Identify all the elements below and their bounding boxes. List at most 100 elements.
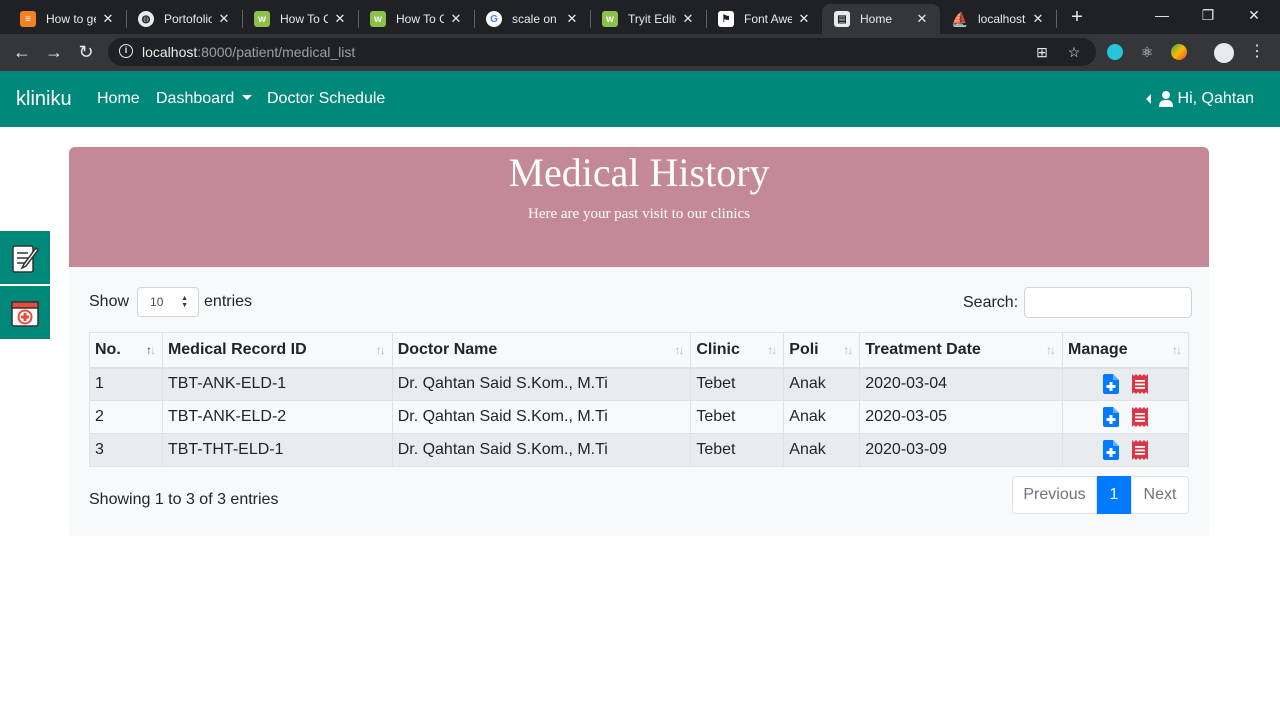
tab-title: Font Awe — [744, 12, 792, 26]
cell-no: 3 — [89, 433, 163, 467]
search-input[interactable] — [1024, 287, 1193, 318]
menu-kebab-icon[interactable]: ⋮ — [1245, 41, 1269, 65]
cell-poli: Anak — [783, 400, 861, 434]
profile-icon[interactable] — [1214, 43, 1234, 63]
sort-asc-icon: ↑↓ — [145, 343, 156, 357]
new-tab-icon[interactable]: + — [1066, 7, 1088, 29]
cell-record-id: TBT-ANK-ELD-1 — [161, 367, 393, 401]
nav-dashboard-dropdown[interactable]: Dashboard — [156, 90, 253, 108]
browser-tab[interactable]: ≡ How to ge ✕ — [8, 4, 126, 34]
react-devtools-icon[interactable]: ⚛ — [1139, 44, 1155, 60]
site-navbar: kliniku Home Dashboard Doctor Schedule H… — [0, 71, 1280, 127]
translate-icon[interactable]: ⊞ — [1034, 44, 1050, 60]
cell-doctor: Dr. Qahtan Said S.Kom., M.Ti — [391, 400, 692, 434]
close-icon[interactable]: ✕ — [216, 11, 232, 27]
cell-doctor: Dr. Qahtan Said S.Kom., M.Ti — [391, 433, 692, 467]
brand-logo[interactable]: kliniku — [16, 88, 72, 111]
w3schools-icon: w — [602, 11, 618, 27]
pagination-page-1[interactable]: 1 — [1097, 476, 1131, 514]
close-icon[interactable]: ✕ — [796, 11, 812, 27]
close-icon[interactable]: ✕ — [448, 11, 464, 27]
column-header-doctor[interactable]: Doctor Name ↑↓ — [391, 332, 692, 369]
browser-tab-bar: ≡ How to ge ✕ ◍ Portofolio ✕ w How To C … — [0, 0, 1280, 34]
column-header-record-id[interactable]: Medical Record ID ↑↓ — [161, 332, 393, 369]
tab-title: scale on h — [512, 12, 560, 26]
browser-tab[interactable]: ⛵ localhost ✕ — [940, 4, 1056, 34]
select-arrows-icon: ▲ ▼ — [181, 295, 189, 309]
caret-left-icon — [1145, 94, 1151, 104]
column-header-no[interactable]: No. ↑↓ — [89, 332, 163, 369]
file-medical-add-icon[interactable] — [1103, 407, 1120, 427]
receipt-icon[interactable] — [1131, 407, 1148, 427]
page-title: Medical History — [508, 150, 770, 195]
medical-calendar-icon — [11, 300, 39, 327]
table-header-row: No. ↑↓ Medical Record ID ↑↓ Doctor Name ↑↓ … — [89, 332, 1189, 369]
forward-icon[interactable]: → — [42, 41, 66, 65]
close-icon[interactable]: ✕ — [564, 11, 580, 27]
globe-icon: ◍ — [138, 11, 154, 27]
minimize-icon[interactable]: — — [1142, 4, 1182, 28]
pagination: Previous 1 Next — [1012, 476, 1189, 514]
pagination-previous[interactable]: Previous — [1012, 476, 1097, 514]
tab-title: localhost — [978, 12, 1026, 26]
browser-toolbar: ← → ↻ i localhost:8000/patient/medical_l… — [0, 34, 1280, 71]
browser-tab[interactable]: w How To C ✕ — [242, 4, 358, 34]
google-icon: G — [486, 11, 502, 27]
entries-select[interactable]: 10 ▲ ▼ — [137, 287, 200, 317]
browser-tab[interactable]: G scale on h ✕ — [474, 4, 590, 34]
tab-title: Portofolio — [164, 12, 212, 26]
sort-icon: ↑↓ — [375, 343, 386, 357]
browser-tab-active[interactable]: ▤ Home ✕ — [822, 4, 940, 34]
receipt-icon[interactable] — [1131, 440, 1148, 460]
close-icon[interactable]: ✕ — [680, 11, 696, 27]
reload-icon[interactable]: ↻ — [74, 41, 98, 65]
column-header-poli[interactable]: Poli ↑↓ — [783, 332, 861, 369]
browser-tab[interactable]: ◍ Portofolio ✕ — [126, 4, 242, 34]
show-label: Show — [89, 293, 130, 310]
receipt-icon[interactable] — [1131, 374, 1148, 395]
nav-home-link[interactable]: Home — [97, 90, 140, 108]
table-info: Showing 1 to 3 of 3 entries — [89, 491, 279, 508]
pagination-next[interactable]: Next — [1131, 476, 1189, 514]
cell-poli: Anak — [783, 367, 861, 401]
nav-doctor-schedule-link[interactable]: Doctor Schedule — [267, 90, 385, 108]
close-icon[interactable]: ✕ — [914, 11, 930, 27]
close-icon[interactable]: ✕ — [100, 11, 116, 27]
cell-manage — [1062, 400, 1189, 434]
column-header-clinic[interactable]: Clinic ↑↓ — [690, 332, 785, 369]
sort-icon: ↑↓ — [1046, 343, 1056, 357]
tab-title: How To C — [396, 12, 444, 26]
jumbotron-header: Medical History Here are your past visit… — [69, 147, 1209, 267]
cell-clinic: Tebet — [690, 433, 785, 467]
cell-no: 1 — [89, 367, 163, 401]
file-medical-add-icon[interactable] — [1103, 374, 1120, 395]
flag-icon: ⚑ — [718, 11, 734, 27]
tab-title: How to ge — [46, 12, 96, 26]
close-window-icon[interactable]: ✕ — [1234, 4, 1274, 28]
column-header-manage[interactable]: Manage ↑↓ — [1062, 332, 1189, 369]
restore-icon[interactable]: ❐ — [1188, 4, 1228, 28]
user-menu-dropdown[interactable]: Hi, Qahtan — [1145, 90, 1254, 108]
cell-date: 2020-03-09 — [859, 433, 1064, 467]
close-icon[interactable]: ✕ — [1030, 11, 1046, 27]
close-icon[interactable]: ✕ — [332, 11, 348, 27]
extension-icon[interactable] — [1171, 44, 1187, 60]
address-bar[interactable]: i localhost:8000/patient/medical_list ⊞ … — [108, 38, 1096, 66]
user-greeting: Hi, Qahtan — [1177, 90, 1254, 107]
bookmark-star-icon[interactable]: ☆ — [1066, 44, 1082, 60]
column-header-treatment-date[interactable]: Treatment Date ↑↓ — [859, 332, 1064, 369]
cell-no: 2 — [89, 400, 163, 434]
info-icon[interactable]: i — [119, 44, 133, 58]
browser-tab[interactable]: w How To C ✕ — [358, 4, 474, 34]
extension-icon[interactable] — [1107, 44, 1123, 60]
browser-tab[interactable]: w Tryit Edito ✕ — [590, 4, 706, 34]
table-row: 1 TBT-ANK-ELD-1 Dr. Qahtan Said S.Kom., … — [89, 367, 1189, 401]
file-medical-add-icon[interactable] — [1103, 440, 1120, 460]
user-icon — [1158, 91, 1173, 107]
side-medical-notes-button[interactable] — [0, 231, 50, 284]
browser-tab[interactable]: ⚑ Font Awe ✕ — [706, 4, 822, 34]
w3schools-icon: w — [254, 11, 270, 27]
table-row: 2 TBT-ANK-ELD-2 Dr. Qahtan Said S.Kom., … — [89, 400, 1189, 434]
side-medical-calendar-button[interactable] — [0, 286, 50, 339]
back-icon[interactable]: ← — [10, 41, 34, 65]
